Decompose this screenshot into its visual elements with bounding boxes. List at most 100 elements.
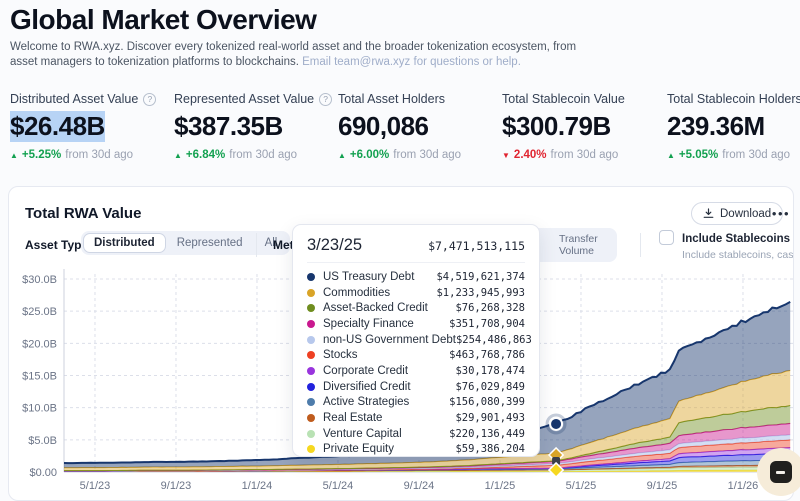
stat-value: $387.35B	[174, 111, 283, 142]
stat-label: Distributed Asset Value	[10, 92, 138, 106]
down-arrow-icon: ▼	[502, 151, 510, 160]
stat-change: +6.84%	[186, 149, 225, 161]
more-options-icon[interactable]: •••	[767, 201, 794, 225]
tooltip-row: Asset-Backed Credit$76,268,328	[307, 300, 525, 316]
tooltip-total: $7,471,513,115	[428, 239, 525, 253]
series-value: $4,519,621,374	[436, 271, 525, 283]
series-value: $463,768,786	[449, 349, 525, 361]
divider	[256, 233, 257, 257]
stat-change-suffix: from 30d ago	[393, 149, 461, 161]
up-arrow-icon: ▲	[338, 151, 346, 160]
download-label: Download	[720, 208, 771, 220]
stats-row: Distributed Asset Value? $26.48B ▲+5.25%…	[10, 92, 800, 161]
svg-text:5/1/23: 5/1/23	[80, 480, 111, 492]
tooltip-row: Diversified Credit$76,029,849	[307, 379, 525, 395]
stat-total-stablecoin-holders: Total Stablecoin Holders 239.36M ▲+5.05%…	[667, 92, 800, 161]
svg-text:5/1/24: 5/1/24	[323, 480, 354, 492]
series-value: $156,080,399	[449, 396, 525, 408]
up-arrow-icon: ▲	[10, 151, 18, 160]
series-label: US Treasury Debt	[323, 271, 436, 283]
include-stablecoins-label: Include Stablecoins	[682, 233, 790, 245]
chart-tooltip-rows: US Treasury Debt$4,519,621,374Commoditie…	[293, 263, 539, 457]
tooltip-row: US Treasury Debt$4,519,621,374	[307, 269, 525, 285]
svg-text:$30.0B: $30.0B	[22, 274, 57, 286]
tooltip-row: Real Estate$29,901,493	[307, 410, 525, 426]
series-color-dot	[307, 336, 315, 344]
series-label: Commodities	[323, 287, 436, 299]
stat-distributed-asset-value: Distributed Asset Value? $26.48B ▲+5.25%…	[10, 92, 174, 161]
tooltip-row: Active Strategies$156,080,399	[307, 395, 525, 411]
series-label: Venture Capital	[323, 428, 449, 440]
asset-type-option-distributed[interactable]: Distributed	[83, 233, 166, 253]
tooltip-row: Stocks$463,768,786	[307, 347, 525, 363]
series-value: $76,029,849	[455, 381, 525, 393]
series-value: $254,486,863	[456, 334, 532, 346]
svg-text:$0.00: $0.00	[29, 467, 57, 479]
metric-option-transfer-volume[interactable]: Transfer Volume	[553, 230, 615, 260]
series-label: Specialty Finance	[323, 318, 449, 330]
stat-represented-asset-value: Represented Asset Value? $387.35B ▲ +6.84…	[174, 92, 338, 161]
asset-type-segmented-control: Distributed Represented All	[81, 231, 290, 255]
page-description: Welcome to RWA.xyz. Discover every token…	[10, 40, 588, 70]
up-arrow-icon: ▲	[174, 151, 182, 160]
card-title: Total RWA Value	[25, 205, 141, 222]
series-label: Corporate Credit	[323, 365, 455, 377]
tooltip-row: Commodities$1,233,945,993	[307, 285, 525, 301]
svg-text:1/1/24: 1/1/24	[242, 480, 273, 492]
download-icon	[703, 208, 714, 219]
chart-tooltip: 3/23/25 $7,471,513,115 US Treasury Debt$…	[292, 224, 540, 457]
include-stablecoins-checkbox[interactable]	[659, 230, 674, 245]
series-label: Private Equity	[323, 443, 455, 455]
series-label: non-US Government Debt	[323, 334, 456, 346]
tooltip-row: Private Equity$59,386,204	[307, 442, 525, 458]
help-icon[interactable]: ?	[319, 93, 332, 106]
hover-marker	[550, 418, 562, 430]
tooltip-row: Corporate Credit$30,178,474	[307, 363, 525, 379]
stat-total-stablecoin-value: Total Stablecoin Value $300.79B ▼2.40%fr…	[502, 92, 667, 161]
email-link[interactable]: Email team@rwa.xyz for questions or help…	[302, 56, 521, 68]
tooltip-row: non-US Government Debt$254,486,863	[307, 332, 525, 348]
stat-change-suffix: from 30d ago	[229, 149, 297, 161]
series-label: Asset-Backed Credit	[323, 302, 455, 314]
svg-text:$10.0B: $10.0B	[22, 403, 57, 415]
include-stablecoins-description: Include stablecoins, cash and cash-equiv…	[682, 249, 794, 261]
svg-text:5/1/25: 5/1/25	[566, 480, 597, 492]
tooltip-row: Venture Capital$220,136,449	[307, 426, 525, 442]
page-root: Global Market Overview Welcome to RWA.xy…	[0, 0, 800, 501]
svg-text:9/1/24: 9/1/24	[404, 480, 435, 492]
svg-text:9/1/25: 9/1/25	[647, 480, 678, 492]
svg-text:$15.0B: $15.0B	[22, 371, 57, 383]
tooltip-date: 3/23/25	[307, 236, 362, 255]
series-label: Active Strategies	[323, 396, 449, 408]
include-stablecoins-group: Include Stablecoins Include stablecoins,…	[659, 229, 794, 261]
svg-text:$25.0B: $25.0B	[22, 306, 57, 318]
series-label: Diversified Credit	[323, 381, 455, 393]
up-arrow-icon: ▲	[667, 151, 675, 160]
stat-change-suffix: from 30d ago	[65, 149, 133, 161]
stat-label: Represented Asset Value	[174, 92, 314, 106]
series-color-dot	[307, 383, 315, 391]
floating-widget-button[interactable]	[757, 448, 800, 496]
series-label: Stocks	[323, 349, 449, 361]
series-color-dot	[307, 320, 315, 328]
stat-value: $300.79B	[502, 111, 611, 142]
stat-label: Total Stablecoin Value	[502, 92, 625, 106]
help-icon[interactable]: ?	[143, 93, 156, 106]
stat-label: Total Stablecoin Holders	[667, 92, 800, 106]
asset-type-option-represented[interactable]: Represented	[166, 233, 254, 253]
series-color-dot	[307, 430, 315, 438]
series-color-dot	[307, 304, 315, 312]
series-value: $30,178,474	[455, 365, 525, 377]
stat-change: +5.25%	[22, 149, 61, 161]
stat-change: +5.05%	[679, 149, 718, 161]
stat-change: 2.40%	[514, 149, 547, 161]
stat-value: 690,086	[338, 111, 428, 142]
svg-text:$5.0B: $5.0B	[28, 435, 57, 447]
tooltip-row: Specialty Finance$351,708,904	[307, 316, 525, 332]
divider	[640, 233, 641, 257]
asset-type-label: Asset Type	[25, 238, 88, 252]
series-value: $1,233,945,993	[436, 287, 525, 299]
series-label: Real Estate	[323, 412, 455, 424]
series-value: $351,708,904	[449, 318, 525, 330]
series-value: $76,268,328	[455, 302, 525, 314]
